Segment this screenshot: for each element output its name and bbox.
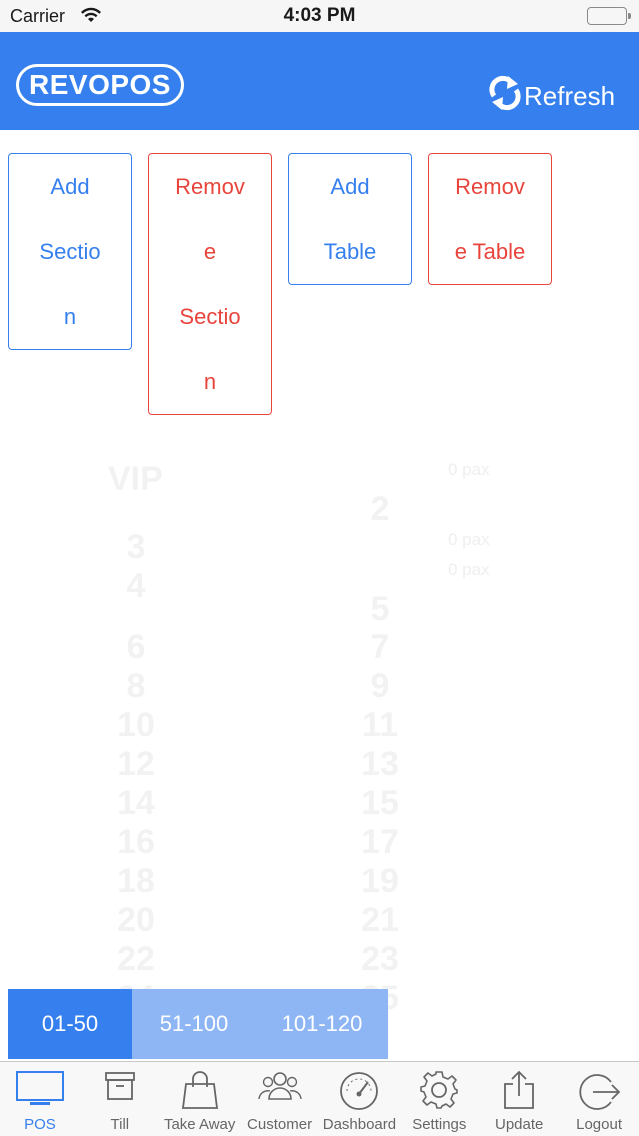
table-6[interactable]: 6 [106, 628, 166, 667]
status-bar: Carrier 4:03 PM [0, 0, 639, 32]
table-18[interactable]: 18 [106, 862, 166, 901]
table-2[interactable]: 2 [350, 490, 410, 529]
tab-label: Till [110, 1116, 130, 1133]
tab-label: Take Away [163, 1116, 236, 1133]
tab-label: Customer [247, 1116, 313, 1133]
table-22[interactable]: 22 [106, 940, 166, 979]
button-text-line: Sectio [179, 304, 241, 329]
button-text-line: n [63, 304, 77, 329]
tab-dashboard[interactable]: Dashboard [320, 1062, 400, 1136]
table-4[interactable]: 4 [106, 567, 166, 606]
button-text-line: Sectio [39, 239, 101, 264]
tab-till[interactable]: Till [80, 1062, 160, 1136]
range-tab-101-120[interactable]: 101-120 [256, 989, 388, 1059]
table-10[interactable]: 10 [106, 706, 166, 745]
pax-count: 0 pax [448, 560, 490, 579]
tab-take-away[interactable]: Take Away [160, 1062, 240, 1136]
pax-count: 0 pax [448, 530, 490, 549]
remove-table-button[interactable]: Remov e Table [428, 153, 552, 285]
table-7[interactable]: 7 [350, 628, 410, 667]
table-23[interactable]: 23 [350, 940, 410, 979]
tab-customer[interactable]: Customer [240, 1062, 320, 1136]
button-text-line: Add [330, 174, 370, 199]
button-text-line: e [203, 239, 217, 264]
tab-logout[interactable]: Logout [559, 1062, 639, 1136]
table-9[interactable]: 9 [350, 667, 410, 706]
remove-section-button[interactable]: Remov e Sectio n [148, 153, 272, 415]
range-tab-51-100[interactable]: 51-100 [132, 989, 256, 1059]
table-3[interactable]: 3 [106, 528, 166, 567]
table-14[interactable]: 14 [106, 784, 166, 823]
tab-label: Dashboard [322, 1116, 397, 1133]
clock: 4:03 PM [283, 5, 356, 26]
add-table-button[interactable]: Add Table [288, 153, 412, 285]
table-21[interactable]: 21 [350, 901, 410, 940]
button-text-line: n [203, 369, 217, 394]
revopos-logo: REVOPOS [16, 64, 184, 106]
button-text-line: Table [323, 239, 377, 264]
table-17[interactable]: 17 [350, 823, 410, 862]
tab-label: Settings [412, 1116, 467, 1133]
table-5[interactable]: 5 [350, 590, 410, 629]
add-section-button[interactable]: Add Sectio n [8, 153, 132, 350]
bottom-tab-bar: POS Till Take Away Customer Dashboard Se… [0, 1061, 639, 1136]
tab-pos[interactable]: POS [0, 1062, 80, 1136]
refresh-label: Refresh [524, 80, 616, 111]
table-16[interactable]: 16 [106, 823, 166, 862]
refresh-button[interactable]: Refresh [488, 74, 616, 119]
table-11[interactable]: 11 [350, 706, 410, 745]
section-label[interactable]: VIP [108, 460, 163, 499]
refresh-icon [488, 74, 524, 119]
app-header: REVOPOS Refresh [0, 32, 639, 130]
tab-label: Update [495, 1116, 544, 1133]
button-text-line: Remov [175, 174, 245, 199]
tab-label: Logout [576, 1116, 622, 1133]
table-12[interactable]: 12 [106, 745, 166, 784]
button-text-line: e Table [454, 239, 526, 264]
table-13[interactable]: 13 [350, 745, 410, 784]
table-19[interactable]: 19 [350, 862, 410, 901]
tab-settings[interactable]: Settings [399, 1062, 479, 1136]
floor-plan: VIP 0 pax 0 pax 0 pax 2 3 4 5 6 7 8 9 10… [0, 440, 639, 1060]
range-tab-1-50[interactable]: 01-50 [8, 989, 132, 1059]
battery-icon [587, 7, 631, 25]
button-text-line: Remov [455, 174, 525, 199]
button-text-line: Add [50, 174, 90, 199]
pax-count: 0 pax [448, 460, 490, 479]
table-20[interactable]: 20 [106, 901, 166, 940]
table-15[interactable]: 15 [350, 784, 410, 823]
tab-update[interactable]: Update [479, 1062, 559, 1136]
table-8[interactable]: 8 [106, 667, 166, 706]
tab-label: POS [24, 1116, 56, 1133]
table-range-tabs: 01-50 51-100 101-120 [8, 989, 388, 1059]
